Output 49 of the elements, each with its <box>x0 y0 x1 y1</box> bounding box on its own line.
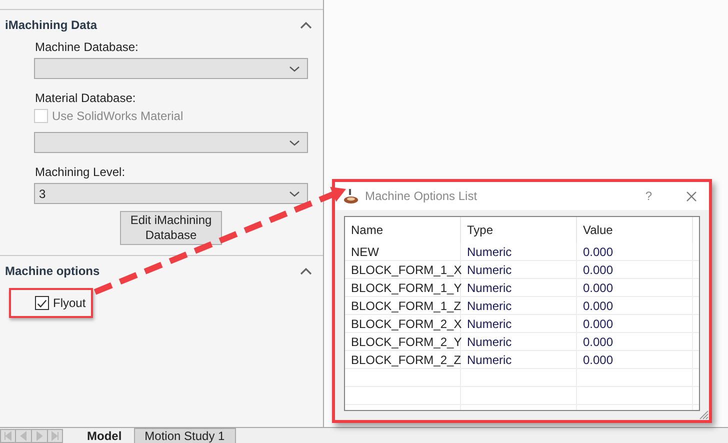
check-icon <box>36 298 48 308</box>
column-header[interactable]: Type <box>461 217 577 243</box>
dropdown[interactable]: 3 <box>34 183 308 204</box>
section-title: Machine options <box>5 264 100 278</box>
column-header[interactable]: Value <box>577 217 693 243</box>
close-icon[interactable] <box>686 190 697 202</box>
table-cell: 0.000 <box>577 333 693 350</box>
table-cell: 0.000 <box>577 279 693 296</box>
checkbox[interactable] <box>35 296 49 310</box>
field-label: Machining Level: <box>35 165 126 179</box>
collapse-chevron-icon[interactable] <box>300 22 312 28</box>
table-cell: BLOCK_FORM_2_X <box>345 315 461 332</box>
edit-database-button[interactable]: Edit iMachining Database <box>120 211 222 245</box>
dropdown[interactable] <box>34 132 308 153</box>
table-cell: 0.000 <box>577 315 693 332</box>
caret-icon <box>289 66 300 72</box>
table-cell: BLOCK_FORM_1_Z <box>345 297 461 314</box>
table-cell: Numeric <box>461 315 577 332</box>
table-cell: Numeric <box>461 351 577 368</box>
table-cell: Numeric <box>461 333 577 350</box>
column-header[interactable]: Name <box>345 217 461 243</box>
section-title: iMachining Data <box>5 18 98 32</box>
tab[interactable]: Motion Study 1 <box>134 428 236 443</box>
resize-grip-icon[interactable] <box>699 410 709 420</box>
table-cell: Numeric <box>461 297 577 314</box>
table-cell: BLOCK_FORM_1_Y <box>345 279 461 296</box>
checkbox-label: Use SolidWorks Material <box>52 109 184 123</box>
table-cell: NEW <box>345 243 461 260</box>
table-cell: BLOCK_FORM_1_X <box>345 261 461 278</box>
table-cell: BLOCK_FORM_2_Y <box>345 333 461 350</box>
caret-icon <box>289 140 300 146</box>
table-cell: 0.000 <box>577 261 693 278</box>
dialog-title: Machine Options List <box>365 189 478 203</box>
dropdown[interactable] <box>34 58 308 79</box>
table-cell: 0.000 <box>577 351 693 368</box>
table-cell: BLOCK_FORM_2_Z <box>345 351 461 368</box>
caret-icon <box>289 190 300 196</box>
field-label: Machine Database: <box>35 40 140 54</box>
collapse-chevron-icon[interactable] <box>300 268 312 274</box>
table-cell: Numeric <box>461 279 577 296</box>
table-cell: Numeric <box>461 243 577 260</box>
table-cell: Numeric <box>461 261 577 278</box>
table-cell: 0.000 <box>577 243 693 260</box>
checkbox-label: Flyout <box>53 296 86 310</box>
machine-icon <box>343 188 359 204</box>
field-label: Material Database: <box>35 91 137 105</box>
tab-navigation-icon[interactable] <box>0 429 63 443</box>
table-cell: 0.000 <box>577 297 693 314</box>
help-button[interactable]: ? <box>645 189 652 203</box>
